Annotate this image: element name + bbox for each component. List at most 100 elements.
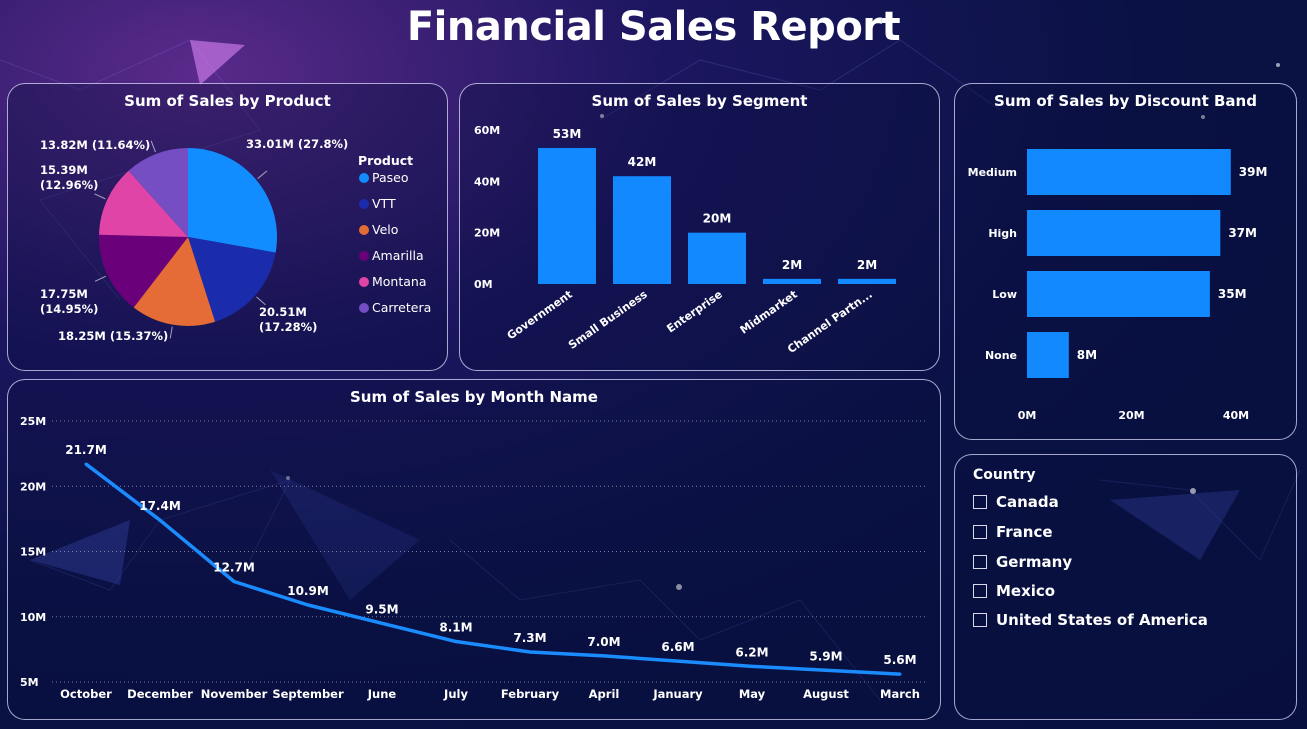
- pie-leader-line: [256, 296, 266, 306]
- line-data-label: 21.7M: [65, 443, 107, 457]
- legend-marker-amarilla: [359, 251, 369, 261]
- x-tick-label: October: [60, 687, 112, 701]
- country-option-mexico[interactable]: Mexico: [973, 582, 1055, 600]
- line-data-label: 12.7M: [213, 561, 255, 575]
- x-tick-label: June: [367, 687, 397, 701]
- x-tick-label: 40M: [1223, 409, 1249, 422]
- pie-data-label: 33.01M (27.8%): [246, 137, 348, 151]
- pie-leader-line: [150, 140, 156, 153]
- x-tick-label: Government: [505, 288, 575, 343]
- line-point: [898, 672, 902, 676]
- x-tick-label: September: [272, 687, 344, 701]
- country-option-france[interactable]: France: [973, 523, 1053, 541]
- legend-marker-paseo: [359, 173, 369, 183]
- checkbox-icon[interactable]: [973, 525, 987, 539]
- y-tick-label: 5M: [20, 676, 39, 689]
- legend-label-paseo: Paseo: [372, 170, 409, 185]
- checkbox-icon[interactable]: [973, 584, 987, 598]
- line-data-label: 7.3M: [513, 631, 546, 645]
- line-point: [84, 462, 88, 466]
- country-option-canada[interactable]: Canada: [973, 493, 1059, 511]
- x-tick-label: April: [589, 687, 620, 701]
- y-tick-label: 25M: [20, 415, 46, 428]
- y-tick-label: 20M: [20, 480, 46, 493]
- bar-data-label: 37M: [1228, 226, 1257, 240]
- x-tick-label: Small Business: [566, 288, 650, 352]
- segment-bar: [763, 278, 821, 284]
- discount-bar: [1027, 332, 1069, 378]
- x-tick-label: Midmarket: [738, 288, 800, 337]
- legend-label-carretera: Carretera: [372, 300, 431, 315]
- line-data-label: 6.6M: [661, 640, 694, 654]
- line-point: [454, 640, 458, 644]
- product-pie-chart: 33.01M (27.8%) 20.51M (17.28%) 18.25M (15.3…: [40, 137, 431, 343]
- legend-label-montana: Montana: [372, 274, 427, 289]
- x-tick-label: February: [501, 687, 560, 701]
- line-point: [602, 654, 606, 658]
- pie-data-label: 15.39M (12.96%): [40, 163, 98, 192]
- line-data-label: 8.1M: [439, 621, 472, 635]
- bar-data-label: 42M: [628, 155, 657, 169]
- line-point: [824, 668, 828, 672]
- bar-data-label: 53M: [553, 127, 582, 141]
- segment-bar: [613, 176, 671, 284]
- y-tick-label: 10M: [20, 611, 46, 624]
- pie-slice-paseo: [188, 148, 277, 253]
- legend-label-vtt: VTT: [372, 196, 396, 211]
- segment-bar-chart: 0M 20M 40M 60M 53M Government 42M Small Busines…: [474, 124, 896, 356]
- segment-bar: [688, 232, 746, 284]
- legend-marker-carretera: [359, 303, 369, 313]
- bar-data-label: 8M: [1077, 348, 1097, 362]
- y-tick-label: Medium: [968, 166, 1017, 179]
- x-tick-label: July: [443, 687, 468, 701]
- x-tick-label: 20M: [1118, 409, 1144, 422]
- pie-leader-line: [94, 275, 107, 282]
- checkbox-icon[interactable]: [973, 495, 987, 509]
- report-title: Financial Sales Report: [406, 4, 901, 50]
- pie-leader-line: [94, 193, 106, 200]
- country-option-usa[interactable]: United States of America: [973, 611, 1208, 629]
- line-data-label: 5.9M: [809, 649, 842, 663]
- pie-data-label: 13.82M (11.64%): [40, 138, 150, 152]
- bar-data-label: 2M: [782, 258, 802, 272]
- pie-data-label: 18.25M (15.37%): [58, 329, 168, 343]
- y-tick-label: High: [988, 227, 1017, 240]
- pie-data-label: 20.51M (17.28%): [259, 305, 317, 334]
- legend-marker-vtt: [359, 199, 369, 209]
- country-option-germany[interactable]: Germany: [973, 553, 1072, 571]
- segment-bar: [538, 147, 596, 284]
- legend-label-velo: Velo: [372, 222, 398, 237]
- discount-bar: [1027, 210, 1221, 256]
- y-tick-label: None: [985, 349, 1017, 362]
- segment-bar: [838, 278, 896, 284]
- x-tick-label: Enterprise: [664, 288, 724, 336]
- bar-data-label: 20M: [703, 212, 732, 226]
- discount-bar-chart: Medium 39M High 37M Low 35M None 8M 0M 20M 40M: [968, 149, 1267, 422]
- x-tick-label: August: [803, 687, 849, 701]
- country-label: Canada: [996, 493, 1059, 511]
- line-point: [306, 603, 310, 607]
- pie-leader-line: [257, 170, 268, 179]
- pie-data-label: 17.75M (14.95%): [40, 287, 98, 316]
- pie-legend-title: Product: [358, 153, 413, 168]
- discount-bar-panel[interactable]: Sum of Sales by Discount Band Medium 39M H…: [954, 83, 1297, 440]
- checkbox-icon[interactable]: [973, 555, 987, 569]
- sales-line-series: [84, 462, 901, 676]
- month-line-panel[interactable]: Sum of Sales by Month Name 5M 10M 15M 20M 25…: [7, 379, 941, 720]
- country-label: Mexico: [996, 582, 1056, 600]
- country-label: United States of America: [996, 611, 1208, 629]
- line-data-label: 7.0M: [587, 635, 620, 649]
- product-pie-panel[interactable]: Sum of Sales by Product 33.01M (27.8%) 20…: [7, 83, 448, 371]
- legend-label-amarilla: Amarilla: [372, 248, 424, 263]
- line-point: [158, 518, 162, 522]
- y-tick-label: Low: [992, 288, 1017, 301]
- legend-marker-montana: [359, 277, 369, 287]
- line-point: [528, 650, 532, 654]
- y-tick-label: 20M: [474, 227, 500, 240]
- bar-data-label: 2M: [857, 258, 877, 272]
- y-tick-label: 0M: [474, 278, 493, 291]
- checkbox-icon[interactable]: [973, 613, 987, 627]
- segment-bar-panel[interactable]: Sum of Sales by Segment 0M 20M 40M 60M 53M Go…: [459, 83, 940, 371]
- line-point: [380, 621, 384, 625]
- line-point: [676, 659, 680, 663]
